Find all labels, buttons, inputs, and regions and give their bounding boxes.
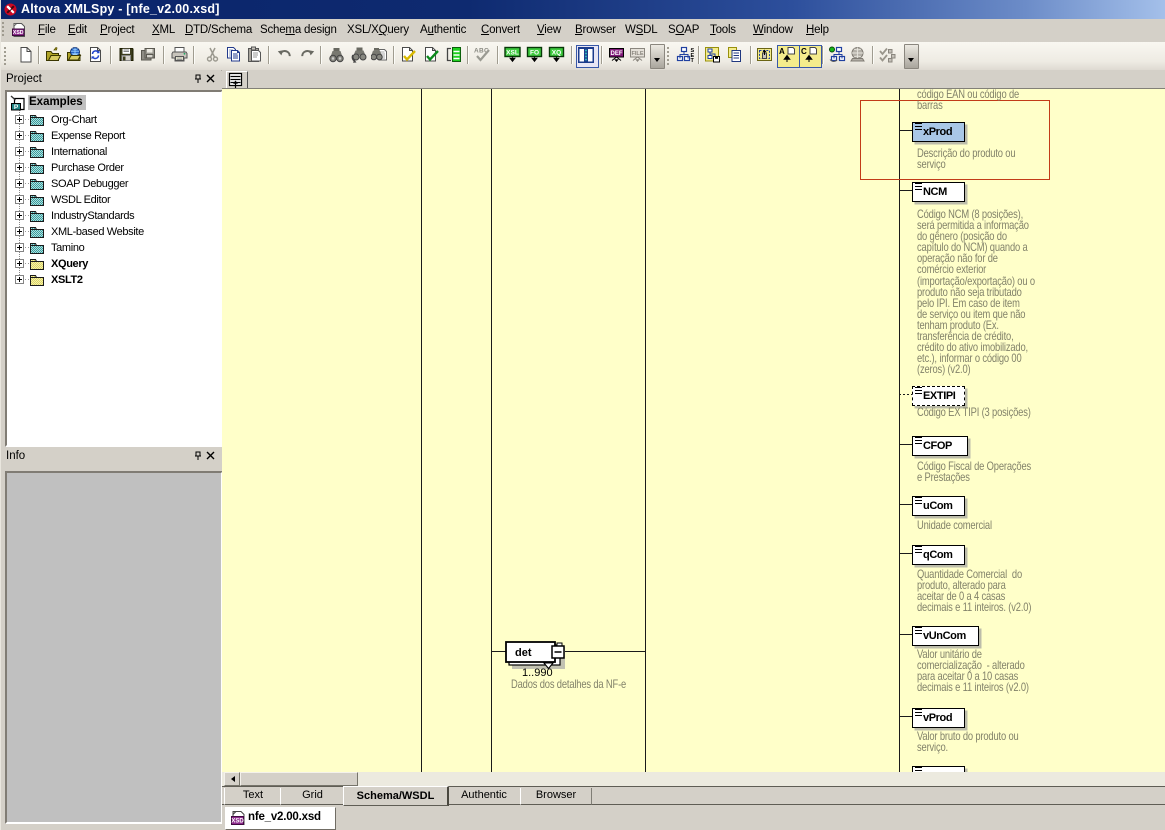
svg-text:XQ: XQ (552, 50, 561, 57)
svg-text:FILE: FILE (631, 51, 643, 57)
svg-text:XSL: XSL (506, 50, 519, 57)
svg-text:det: det (515, 647, 532, 659)
svg-text:FO: FO (530, 50, 539, 57)
svg-text:XSD: XSD (231, 819, 244, 825)
svg-text:DEF: DEF (611, 51, 623, 57)
svg-text:C: C (801, 47, 807, 56)
svg-text:A: A (779, 47, 785, 56)
svg-text:XSD: XSD (13, 30, 24, 36)
svg-text:P: P (14, 104, 19, 111)
